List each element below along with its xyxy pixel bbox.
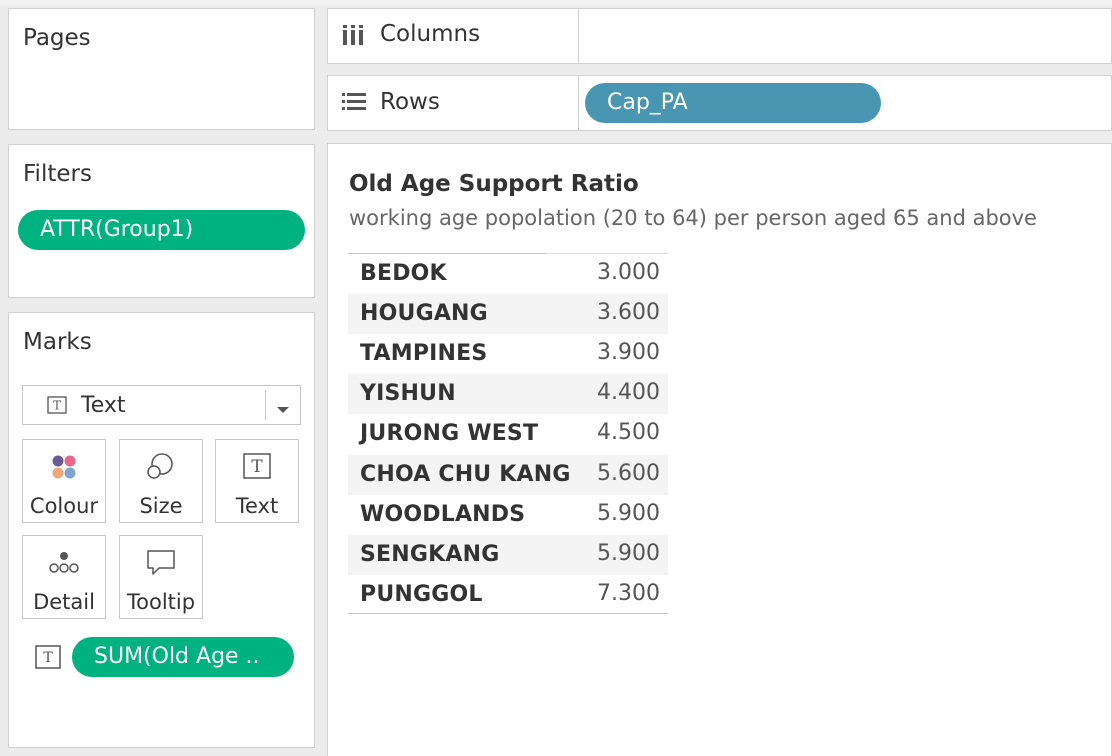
row-header-planning-area: SENGKANG bbox=[360, 541, 500, 567]
marks-panel: Marks T Text Colour Size T Text Detail T… bbox=[8, 312, 315, 748]
table-row[interactable]: TAMPINES 3.900 bbox=[348, 334, 668, 374]
table-top-border-right bbox=[546, 253, 668, 254]
text-card[interactable]: T Text bbox=[215, 439, 299, 523]
chevron-down-icon[interactable] bbox=[275, 400, 291, 419]
columns-icon bbox=[342, 25, 364, 49]
svg-text:T: T bbox=[53, 399, 61, 413]
table-bottom-border bbox=[348, 613, 546, 614]
row-header-planning-area: BEDOK bbox=[360, 261, 447, 286]
row-header-planning-area: JURONG WEST bbox=[360, 421, 539, 447]
colour-card-label: Colour bbox=[29, 494, 99, 518]
rows-icon bbox=[342, 93, 366, 115]
filter-pill-group1[interactable]: ATTR(Group1) bbox=[18, 210, 305, 250]
table-row[interactable]: YISHUN 4.400 bbox=[348, 374, 668, 415]
rows-divider bbox=[578, 76, 579, 130]
table-row[interactable]: CHOA CHU KANG 5.600 bbox=[348, 454, 668, 495]
row-header-planning-area: CHOA CHU KANG bbox=[360, 461, 571, 487]
cell-value: 3.900 bbox=[597, 340, 660, 366]
tooltip-card-label: Tooltip bbox=[126, 590, 196, 614]
colour-card[interactable]: Colour bbox=[22, 439, 106, 523]
marks-title: Marks bbox=[23, 329, 92, 355]
tooltip-card[interactable]: Tooltip bbox=[119, 535, 203, 619]
mark-type-label: Text bbox=[81, 393, 126, 418]
cell-value: 3.600 bbox=[597, 300, 660, 326]
detail-card-label: Detail bbox=[33, 590, 95, 614]
table-row[interactable]: BEDOK 3.000 bbox=[348, 254, 668, 294]
table-row[interactable]: SENGKANG 5.900 bbox=[348, 534, 668, 575]
size-icon bbox=[147, 453, 173, 479]
filters-panel[interactable]: Filters ATTR(Group1) bbox=[8, 144, 315, 298]
table-row[interactable]: WOODLANDS 5.900 bbox=[348, 495, 668, 535]
detail-card[interactable]: Detail bbox=[22, 535, 106, 619]
cell-value: 4.400 bbox=[597, 380, 660, 406]
rows-shelf[interactable]: Rows Cap_PA bbox=[327, 75, 1112, 131]
text-icon: T bbox=[243, 453, 271, 479]
size-card[interactable]: Size bbox=[119, 439, 203, 523]
table-bottom-border-right bbox=[546, 613, 668, 614]
row-header-planning-area: TAMPINES bbox=[360, 341, 488, 367]
cell-value: 5.600 bbox=[597, 460, 660, 486]
svg-text:T: T bbox=[251, 457, 263, 477]
view-title: Old Age Support Ratio bbox=[349, 171, 639, 197]
pages-panel[interactable]: Pages bbox=[8, 8, 315, 130]
table-top-border bbox=[348, 253, 546, 254]
filters-title: Filters bbox=[23, 161, 92, 187]
colour-icon bbox=[52, 455, 76, 479]
row-header-planning-area: HOUGANG bbox=[360, 301, 488, 327]
table-row[interactable]: JURONG WEST 4.500 bbox=[348, 414, 668, 454]
columns-label: Columns bbox=[380, 21, 481, 47]
view-subtitle: working age popolation (20 to 64) per pe… bbox=[349, 206, 1037, 230]
text-card-label: Text bbox=[235, 494, 279, 518]
rows-label: Rows bbox=[380, 89, 440, 115]
text-mark-icon: T bbox=[47, 396, 67, 418]
cell-value: 5.900 bbox=[597, 500, 660, 526]
cell-value: 5.900 bbox=[597, 540, 660, 566]
top-strip bbox=[0, 0, 1112, 6]
mark-type-dropdown[interactable]: T Text bbox=[22, 385, 301, 425]
columns-shelf[interactable]: Columns bbox=[327, 8, 1112, 64]
row-header-planning-area: PUNGGOL bbox=[360, 581, 483, 607]
size-card-label: Size bbox=[139, 494, 183, 518]
tooltip-icon bbox=[147, 550, 175, 575]
cell-value: 7.300 bbox=[597, 580, 660, 606]
dropdown-divider bbox=[265, 390, 266, 420]
sum-old-age-pill[interactable]: SUM(Old Age .. bbox=[72, 637, 294, 677]
row-header-planning-area: WOODLANDS bbox=[360, 501, 526, 527]
detail-icon bbox=[49, 552, 79, 573]
table-row[interactable]: PUNGGOL 7.300 bbox=[348, 575, 668, 615]
text-encoding-icon: T bbox=[35, 645, 61, 673]
cell-value: 3.000 bbox=[597, 260, 660, 285]
table-row[interactable]: HOUGANG 3.600 bbox=[348, 294, 668, 335]
svg-text:T: T bbox=[43, 650, 53, 666]
cell-value: 4.500 bbox=[597, 420, 660, 446]
pages-title: Pages bbox=[23, 25, 91, 51]
columns-divider bbox=[578, 9, 579, 63]
row-header-planning-area: YISHUN bbox=[360, 381, 456, 407]
rows-pill-cap-pa[interactable]: Cap_PA bbox=[585, 83, 881, 123]
